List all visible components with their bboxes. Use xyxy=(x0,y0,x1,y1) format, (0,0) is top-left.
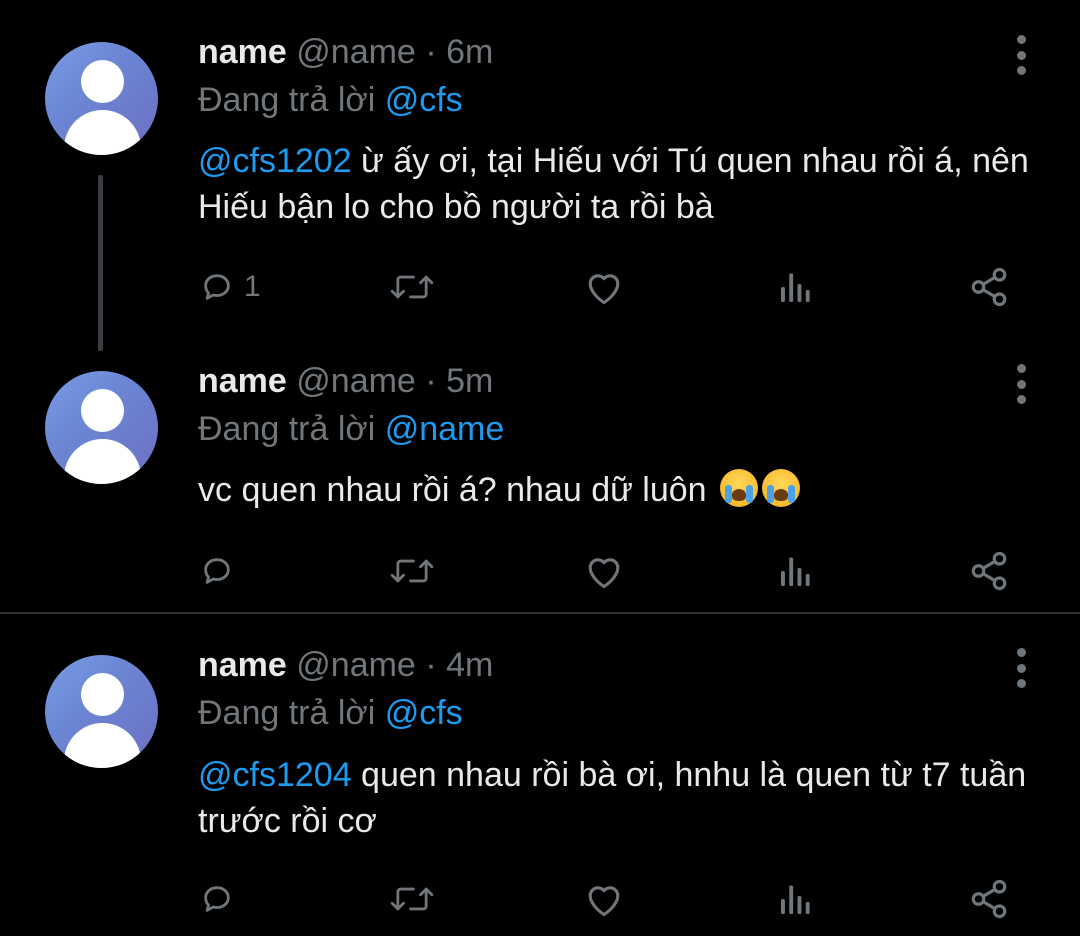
timestamp[interactable]: 4m xyxy=(446,646,493,684)
share-button[interactable] xyxy=(968,874,1010,924)
tweet[interactable]: name @name · 4m Đang trả lời @cfs @cfs12… xyxy=(0,0,1080,936)
separator-dot: · xyxy=(425,646,437,684)
views-button[interactable] xyxy=(778,874,814,924)
share-icon xyxy=(971,879,1007,919)
body-mention[interactable]: @cfs1204 xyxy=(198,756,352,794)
action-bar xyxy=(0,874,1080,924)
avatar-head-shape xyxy=(81,673,124,716)
display-name[interactable]: name xyxy=(198,646,287,684)
retweet-button[interactable] xyxy=(388,874,436,924)
replying-to-mention[interactable]: @cfs xyxy=(385,694,463,732)
reply-button[interactable] xyxy=(200,874,234,924)
like-button[interactable] xyxy=(583,874,625,924)
replying-to-label: Đang trả lời xyxy=(198,694,376,732)
views-icon xyxy=(781,885,810,914)
user-handle[interactable]: @name xyxy=(296,646,416,684)
reply-icon xyxy=(204,886,230,912)
retweet-icon xyxy=(390,887,434,911)
replying-to: Đang trả lời @cfs xyxy=(198,693,463,733)
more-options-icon[interactable] xyxy=(1008,648,1034,688)
like-icon xyxy=(588,886,620,917)
avatar-body-shape xyxy=(64,723,141,768)
tweet-text: @cfs1204 quen nhau rồi bà ơi, hnhu là qu… xyxy=(198,752,1038,844)
avatar[interactable] xyxy=(45,655,158,768)
tweet-header: name @name · 4m xyxy=(198,645,493,685)
